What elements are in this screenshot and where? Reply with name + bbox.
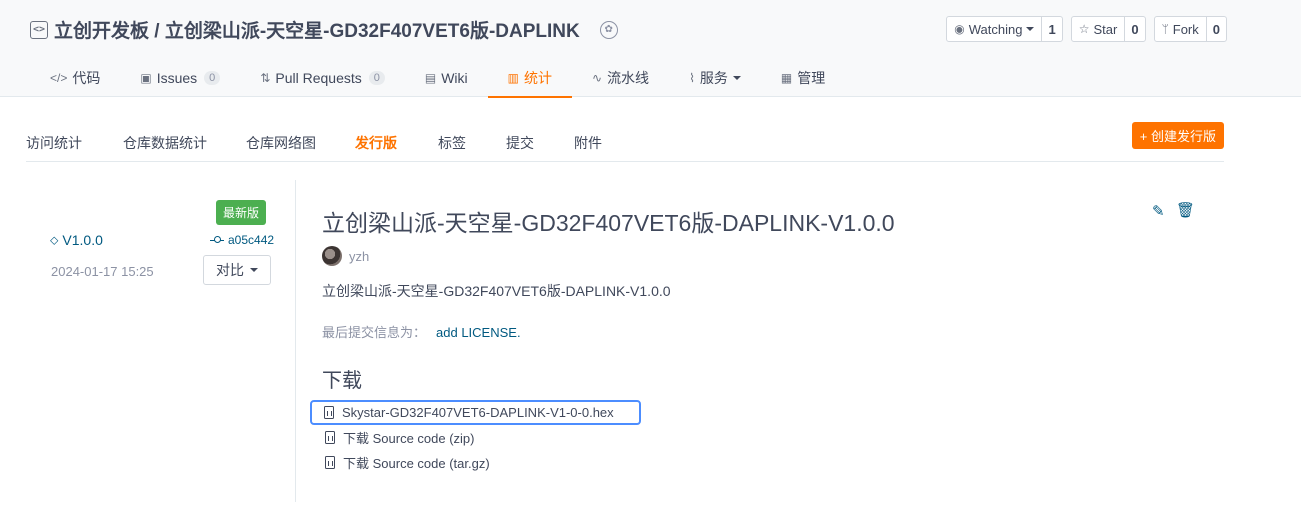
compare-button[interactable]: 对比 (203, 255, 271, 285)
tab-label: 流水线 (607, 69, 650, 86)
last-commit-link[interactable]: add LICENSE. (436, 325, 521, 340)
file-zip-icon (324, 406, 334, 419)
tab-label: 管理 (797, 69, 826, 86)
latest-badge: 最新版 (216, 200, 267, 225)
tab-code[interactable]: </> 代码 (30, 58, 120, 97)
file-zip-icon (325, 431, 335, 444)
commit-icon (210, 236, 224, 244)
repo-title[interactable]: 立创开发板 / 立创梁山派-天空星-GD32F407VET6版-DAPLINK (54, 16, 580, 43)
downloads-heading: 下载 (322, 370, 362, 392)
repo-title-row: <> 立创开发板 / 立创梁山派-天空星-GD32F407VET6版-DAPLI… (30, 16, 618, 43)
subnav-tags[interactable]: 标签 (438, 133, 466, 153)
release-date: 2024-01-17 15:25 (51, 264, 154, 279)
subnav-releases[interactable]: 发行版 (355, 133, 397, 153)
fork-count[interactable]: 0 (1207, 17, 1226, 41)
subnav-network-graph[interactable]: 仓库网络图 (246, 133, 316, 153)
create-release-button[interactable]: + 创建发行版 (1131, 122, 1224, 149)
star-button[interactable]: ☆ Star 0 (1070, 16, 1146, 42)
tab-label: Wiki (441, 69, 468, 86)
chevron-down-icon (250, 268, 258, 272)
issues-icon: ▣ (140, 70, 152, 85)
avatar[interactable] (322, 246, 342, 266)
chevron-down-icon (1026, 27, 1035, 31)
delete-icon[interactable]: 🗑 (1176, 201, 1195, 219)
subnav-attachments[interactable]: 附件 (574, 133, 602, 153)
tab-wiki[interactable]: ▤ Wiki (405, 58, 488, 97)
download-label: Skystar-GD32F407VET6-DAPLINK-V1-0-0.hex (342, 405, 614, 420)
repository-icon: <> (30, 20, 48, 39)
stats-subnav: 访问统计 仓库数据统计 仓库网络图 发行版 标签 提交 附件 + 创建发行版 (26, 122, 1224, 162)
tab-pipeline[interactable]: ∿ 流水线 (572, 58, 669, 97)
release-title: 立创梁山派-天空星-GD32F407VET6版-DAPLINK-V1.0.0 (322, 210, 895, 236)
code-icon: </> (50, 70, 68, 85)
tab-pull-requests[interactable]: ⇅ Pull Requests 0 (240, 58, 405, 97)
star-label: Star (1093, 21, 1118, 37)
tab-label: 服务 (699, 69, 728, 86)
tag-icon: ⬦ (50, 232, 59, 247)
edit-icon[interactable]: ✎ (1152, 202, 1165, 220)
tab-label: 统计 (524, 69, 552, 86)
subnav-repo-data[interactable]: 仓库数据统计 (123, 133, 207, 153)
pull-requests-count: 0 (368, 70, 385, 85)
fork-button[interactable]: ᛘ Fork 0 (1153, 16, 1227, 42)
download-tar-link[interactable]: 下载 Source code (tar.gz) (322, 450, 641, 475)
tab-label: Issues (156, 69, 198, 86)
release-commit[interactable]: a05c442 (210, 233, 274, 247)
release-sidebar: 最新版 ⬦ V1.0.0 a05c442 2024-01-17 15:25 对比 (30, 180, 296, 502)
watch-count[interactable]: 1 (1042, 17, 1061, 41)
certified-badge-icon[interactable]: ✿ (599, 20, 618, 39)
chart-icon: ▥ (507, 70, 519, 85)
tab-label: 代码 (72, 69, 101, 86)
last-commit-label: 最后提交信息为： (322, 325, 427, 340)
tab-label: Pull Requests (275, 69, 362, 86)
download-zip-link[interactable]: 下载 Source code (zip) (322, 425, 641, 450)
issues-count: 0 (204, 70, 221, 85)
star-count[interactable]: 0 (1125, 17, 1144, 41)
release-description: 立创梁山派-天空星-GD32F407VET6版-DAPLINK-V1.0.0 (322, 283, 671, 299)
download-label: 下载 Source code (tar.gz) (343, 456, 490, 471)
subnav-visits[interactable]: 访问统计 (26, 133, 82, 153)
pulse-icon: ⌇ (689, 70, 695, 85)
watch-label: Watching (968, 21, 1023, 37)
wiki-icon: ▤ (424, 70, 437, 85)
fork-label: Fork (1172, 21, 1199, 37)
tab-stats[interactable]: ▥ 统计 (487, 58, 573, 98)
subnav-commits[interactable]: 提交 (506, 133, 534, 153)
last-commit-info: 最后提交信息为： add LICENSE. (322, 322, 521, 341)
repo-actions: ◉ Watching 1 ☆ Star 0 ᛘ Fork 0 (946, 16, 1227, 42)
file-zip-icon (325, 456, 335, 469)
pull-request-icon: ⇅ (260, 70, 271, 85)
repo-header: <> 立创开发板 / 立创梁山派-天空星-GD32F407VET6版-DAPLI… (0, 0, 1301, 98)
download-label: 下载 Source code (zip) (343, 431, 475, 446)
chevron-down-icon (732, 75, 741, 80)
compare-label: 对比 (216, 262, 244, 278)
download-hex-link[interactable]: Skystar-GD32F407VET6-DAPLINK-V1-0-0.hex (310, 400, 641, 425)
release-tag[interactable]: ⬦ V1.0.0 (50, 232, 103, 248)
tab-issues[interactable]: ▣ Issues 0 (120, 58, 240, 97)
release-author: yzh (322, 246, 369, 266)
repo-tabs: </> 代码 ▣ Issues 0 ⇅ Pull Requests 0 ▤ Wiki ▥ 统计… (30, 58, 845, 98)
settings-icon: ▦ (780, 70, 793, 85)
watch-button[interactable]: ◉ Watching 1 (946, 16, 1063, 42)
star-icon: ☆ (1078, 22, 1090, 36)
commit-hash: a05c442 (228, 233, 275, 247)
author-name[interactable]: yzh (349, 249, 369, 264)
tab-services[interactable]: ⌇ 服务 (669, 58, 761, 97)
fork-icon: ᛘ (1161, 22, 1169, 36)
downloads-list: Skystar-GD32F407VET6-DAPLINK-V1-0-0.hex … (310, 400, 641, 475)
tag-label: V1.0.0 (62, 232, 103, 248)
pipeline-icon: ∿ (592, 70, 603, 85)
eye-icon: ◉ (954, 22, 965, 36)
tab-settings[interactable]: ▦ 管理 (761, 58, 845, 97)
